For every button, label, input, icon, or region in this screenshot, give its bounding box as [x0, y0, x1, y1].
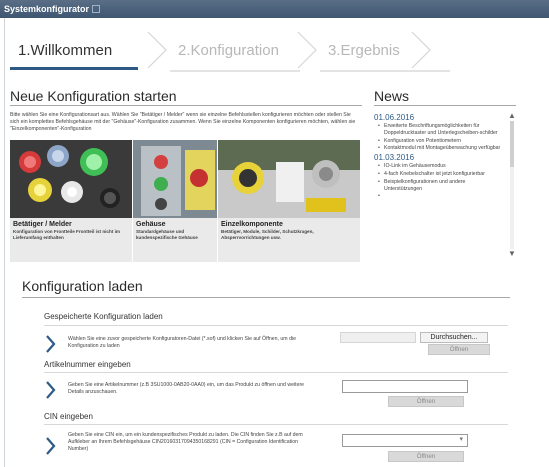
window-title: Systemkonfigurator [4, 4, 90, 14]
news-title: News [374, 88, 410, 104]
chevron-right-icon [146, 30, 170, 70]
browse-button[interactable]: Durchsuchen... [420, 332, 488, 343]
news-divider [374, 105, 516, 106]
news-list: 01.06.2016 Erweiterte Beschriftungsmögli… [374, 112, 502, 262]
components-photo [218, 140, 360, 218]
saved-file-field[interactable] [340, 332, 416, 343]
chevron-right-icon [410, 30, 434, 70]
news-date: 01.03.2016 [374, 153, 415, 163]
saved-config-title: Gespeicherte Konfiguration laden [44, 312, 163, 321]
load-section-title: Konfiguration laden [22, 278, 143, 294]
tile-gehaeuse[interactable]: Gehäuse Standardgehäuse und kundenspezif… [133, 140, 217, 262]
cin-text: Geben Sie eine CIN ein, um ein kundenspe… [68, 432, 303, 452]
news-date: 01.06.2016 [374, 113, 415, 122]
tile-caption: Gehäuse Standardgehäuse und kundenspezif… [133, 218, 217, 262]
tile-caption: Betätiger / Melder Konfiguration von Fro… [10, 218, 132, 262]
scroll-up-icon[interactable]: ▲ [508, 112, 516, 120]
chevron-right-icon [46, 335, 56, 353]
news-scrollbar[interactable]: ▲ ▼ [508, 112, 516, 260]
news-item: Konfiguration von Potentiometern [378, 138, 502, 145]
cin-divider [44, 424, 508, 425]
wizard-steps: 1.Willkommen 2.Konfiguration 3.Ergebnis [10, 30, 530, 74]
tile-betaetiger-melder[interactable]: Betätiger / Melder Konfiguration von Fro… [10, 140, 132, 262]
saved-open-button[interactable]: Öffnen [428, 344, 490, 355]
news-item: Kontaktmodul mit Montageüberwachung verf… [378, 145, 502, 152]
scroll-down-icon[interactable]: ▼ [508, 250, 516, 258]
article-divider [44, 372, 508, 373]
wizard-step-willkommen[interactable]: 1.Willkommen [10, 30, 138, 70]
tile-description: Standardgehäuse und kundenspezifische Ge… [136, 229, 198, 240]
window-menu-icon[interactable] [92, 5, 101, 13]
saved-config-text: Wählen Sie eine zuvor gespeicherte Konfi… [68, 336, 296, 349]
tile-title: Einzelkomponente [221, 221, 283, 228]
wizard-divider [170, 70, 300, 72]
tile-description: Betätiger, Module, Schilder, Schutzkrage… [221, 229, 314, 240]
scroll-track[interactable] [510, 121, 514, 249]
tile-title: Gehäuse [136, 221, 166, 228]
cin-title: CIN eingeben [44, 412, 93, 421]
start-section-title: Neue Konfiguration starten [10, 88, 177, 104]
window-titlebar: Systemkonfigurator [0, 0, 549, 18]
saved-config-divider [44, 325, 508, 326]
wizard-step-konfiguration[interactable]: 2.Konfiguration [170, 30, 288, 70]
start-intro-text: Bitte wählen Sie eine Konfigurationsart … [10, 112, 356, 132]
cin-open-button[interactable]: Öffnen [388, 451, 464, 462]
news-item: IO-Link im Gehäusemodus [378, 163, 502, 170]
pushbutton-photo [10, 140, 132, 218]
start-divider [10, 105, 362, 106]
configuration-type-tiles: Betätiger / Melder Konfiguration von Fro… [10, 140, 360, 262]
chevron-right-icon [46, 437, 56, 455]
news-item: Beispielkonfigurationen und andere Unter… [378, 179, 502, 193]
dropdown-caret-icon[interactable]: ▾ [459, 435, 463, 443]
chevron-right-icon [296, 30, 320, 70]
enclosure-photo [133, 140, 217, 218]
news-item: 4-fach Knebelschalter ist jetzt konfigur… [378, 171, 502, 178]
scroll-thumb[interactable] [510, 121, 514, 167]
chevron-right-icon [46, 381, 56, 399]
tile-caption: Einzelkomponente Betätiger, Module, Schi… [218, 218, 360, 262]
article-open-button[interactable]: Öffnen [388, 396, 464, 407]
tile-title: Betätiger / Melder [13, 221, 72, 228]
news-item: Erweiterte Beschriftungsmöglichkeiten fü… [378, 123, 502, 137]
cin-input[interactable]: ▾ [342, 434, 468, 447]
tile-description: Konfiguration von Frontteile Frontteil i… [13, 229, 120, 240]
wizard-divider [320, 70, 450, 72]
article-number-text: Geben Sie eine Artikelnummer (z.B 3SU100… [68, 382, 305, 395]
load-divider [22, 297, 510, 298]
article-number-input[interactable] [342, 380, 468, 393]
tile-einzelkomponente[interactable]: Einzelkomponente Betätiger, Module, Schi… [218, 140, 360, 262]
article-number-title: Artikelnummer eingeben [44, 360, 131, 369]
